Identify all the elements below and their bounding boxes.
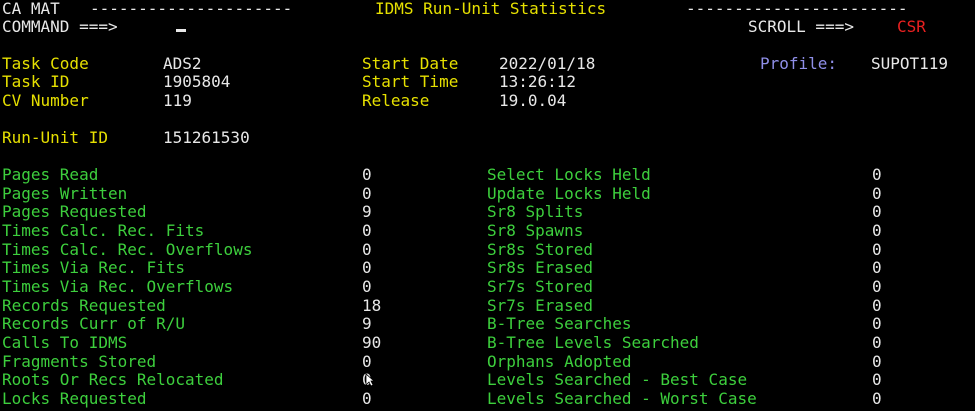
stat-value: 0 — [872, 221, 882, 240]
mouse-pointer-icon — [365, 373, 375, 387]
stat-value: 0 — [362, 258, 372, 277]
stat-value: 0 — [362, 389, 372, 408]
task-id-value: 1905804 — [163, 72, 231, 91]
stat-value: 0 — [362, 277, 372, 296]
stat-value: 0 — [872, 258, 882, 277]
start-time-label: Start Time — [362, 72, 459, 91]
stat-value: 0 — [872, 296, 882, 315]
stat-label: Records Requested — [2, 296, 166, 315]
stat-value: 0 — [872, 240, 882, 259]
stat-value: 0 — [872, 370, 882, 389]
header-dashes-right: ----------------------- — [686, 0, 908, 18]
stat-label: Sr8s Erased — [487, 258, 593, 277]
stat-value: 0 — [362, 184, 372, 203]
stat-value: 9 — [362, 314, 372, 333]
stat-label: Sr7s Erased — [487, 296, 593, 315]
stat-value: 0 — [872, 277, 882, 296]
command-input[interactable] — [176, 29, 186, 32]
stat-label: Pages Read — [2, 165, 99, 184]
stat-label: Locks Requested — [2, 389, 147, 408]
stat-value: 0 — [872, 314, 882, 333]
release-value: 19.0.04 — [499, 91, 567, 110]
stat-label: Times Calc. Rec. Fits — [2, 221, 205, 240]
stat-value: 0 — [362, 221, 372, 240]
task-code-value: ADS2 — [163, 54, 202, 73]
command-label: COMMAND ===> — [2, 17, 118, 36]
stat-value: 0 — [362, 352, 372, 371]
cv-number-label: CV Number — [2, 91, 89, 110]
stat-label: Times Calc. Rec. Overflows — [2, 240, 253, 259]
stat-label: Fragments Stored — [2, 352, 157, 371]
stat-label: Roots Or Recs Relocated — [2, 370, 224, 389]
stat-label: Times Via Rec. Overflows — [2, 277, 234, 296]
stat-value: 0 — [872, 352, 882, 371]
start-time-value: 13:26:12 — [499, 72, 577, 91]
stat-label: Update Locks Held — [487, 184, 651, 203]
task-id-label: Task ID — [2, 72, 70, 91]
profile-value: SUPOT119 — [871, 54, 949, 73]
start-date-label: Start Date — [362, 54, 459, 73]
stat-value: 0 — [872, 184, 882, 203]
cv-number-value: 119 — [163, 91, 192, 110]
release-label: Release — [362, 91, 430, 110]
stat-label: B-Tree Searches — [487, 314, 632, 333]
stat-value: 9 — [362, 202, 372, 221]
stat-value: 0 — [872, 333, 882, 352]
stat-value: 90 — [362, 333, 382, 352]
stat-value: 0 — [872, 389, 882, 408]
stat-label: Select Locks Held — [487, 165, 651, 184]
stat-label: Sr7s Stored — [487, 277, 593, 296]
stat-value: 0 — [362, 240, 372, 259]
stat-label: Orphans Adopted — [487, 352, 632, 371]
app-name: CA MAT — [2, 0, 60, 18]
stat-label: Sr8 Splits — [487, 202, 584, 221]
stat-label: Sr8 Spawns — [487, 221, 584, 240]
task-code-label: Task Code — [2, 54, 89, 73]
stat-label: B-Tree Levels Searched — [487, 333, 699, 352]
scroll-value[interactable]: CSR — [897, 18, 926, 36]
stat-label: Records Curr of R/U — [2, 314, 186, 333]
stat-label: Levels Searched - Worst Case — [487, 389, 757, 408]
stat-value: 0 — [872, 165, 882, 184]
stat-value: 0 — [362, 165, 372, 184]
stat-label: Times Via Rec. Fits — [2, 258, 186, 277]
stat-label: Pages Requested — [2, 202, 147, 221]
run-unit-label: Run-Unit ID — [2, 128, 108, 147]
scroll-label: SCROLL ===> — [748, 17, 854, 36]
stat-label: Levels Searched - Best Case — [487, 370, 748, 389]
stat-label: Calls To IDMS — [2, 333, 128, 352]
run-unit-value: 151261530 — [163, 128, 250, 147]
stat-value: 0 — [872, 202, 882, 221]
stat-label: Pages Written — [2, 184, 128, 203]
stat-value: 18 — [362, 296, 382, 315]
page-title: IDMS Run-Unit Statistics — [375, 0, 607, 18]
start-date-value: 2022/01/18 — [499, 54, 596, 73]
profile-label: Profile: — [760, 54, 838, 73]
header-dashes-left: --------------------- — [90, 0, 293, 18]
stat-label: Sr8s Stored — [487, 240, 593, 259]
